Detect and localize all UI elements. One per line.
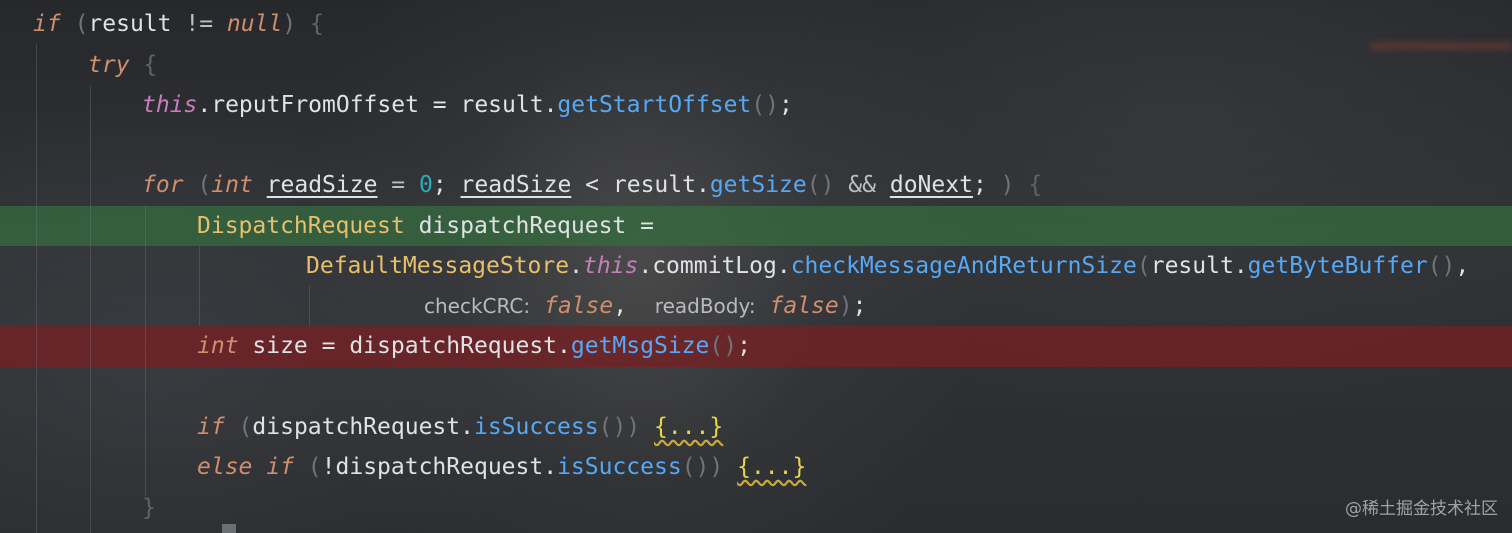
- method-call: isSuccess: [557, 454, 682, 480]
- keyword: else: [197, 454, 253, 480]
- keyword: if: [197, 414, 225, 440]
- operator: < result.: [571, 172, 710, 198]
- identifier: size = dispatchRequest.: [238, 333, 571, 359]
- type-name: DispatchRequest: [197, 213, 405, 239]
- this-keyword: this: [582, 253, 639, 279]
- method-call: getSize: [709, 172, 807, 198]
- method-call: getByteBuffer: [1247, 253, 1428, 279]
- code-line[interactable]: DefaultMessageStore.this.commitLog.check…: [306, 246, 1469, 286]
- code-editor[interactable]: if (result != null) { try { this.reputFr…: [0, 0, 1512, 533]
- code-line[interactable]: if (dispatchRequest.isSuccess()) {...}: [197, 407, 723, 447]
- folded-block[interactable]: {...}: [654, 414, 723, 440]
- semicolon: ;: [432, 172, 461, 198]
- keyword: false: [769, 293, 839, 319]
- brace: }: [142, 495, 156, 521]
- paren: (): [709, 333, 738, 359]
- keyword: if: [266, 454, 294, 480]
- indent-guide: [199, 246, 200, 326]
- folded-block[interactable]: {...}: [737, 454, 806, 480]
- code-line[interactable]: int size = dispatchRequest.getMsgSize();: [197, 326, 751, 366]
- indent-guide: [309, 286, 310, 326]
- comma: ,: [613, 293, 628, 319]
- watermark: @稀土掘金技术社区: [1345, 499, 1498, 519]
- background-streak: [1370, 42, 1512, 50]
- dot: .: [569, 253, 583, 279]
- brace: {: [1014, 172, 1043, 198]
- indent-guide: [145, 206, 146, 496]
- type-name: DefaultMessageStore: [306, 253, 570, 279]
- indent-guide: [90, 86, 91, 533]
- paren: ): [282, 11, 297, 37]
- number: 0: [418, 172, 433, 198]
- identifier: .reputFromOffset = result.: [197, 92, 558, 118]
- code-line[interactable]: if (result != null) {: [33, 4, 324, 44]
- semicolon: ;: [737, 333, 751, 359]
- paren: ): [838, 293, 853, 319]
- keyword: try: [88, 52, 130, 78]
- keyword: null: [226, 11, 283, 37]
- keyword: for: [142, 172, 184, 198]
- paren: (): [1427, 253, 1456, 279]
- brace: {: [129, 52, 158, 78]
- operator: =: [377, 172, 419, 198]
- paren: (): [598, 414, 627, 440]
- identifier: result.: [1150, 253, 1248, 279]
- paren: (): [806, 172, 835, 198]
- paren: ): [626, 414, 641, 440]
- scroll-marker: [222, 524, 236, 533]
- paren: (): [681, 454, 710, 480]
- variable: doNext: [889, 172, 973, 198]
- brace: {: [296, 11, 324, 37]
- method-call: isSuccess: [473, 414, 599, 440]
- identifier: dispatchRequest.: [252, 414, 474, 440]
- comma: ,: [1455, 253, 1470, 279]
- variable: readSize: [460, 172, 572, 198]
- variable: readSize: [266, 172, 378, 198]
- code-line[interactable]: this.reputFromOffset = result.getStartOf…: [142, 85, 793, 125]
- identifier: result: [88, 11, 172, 37]
- paren: ): [1000, 172, 1015, 198]
- semicolon: ;: [852, 293, 867, 319]
- operator: !=: [171, 11, 227, 37]
- parameter-hint: checkCRC:: [424, 294, 531, 318]
- identifier: .commitLog.: [638, 253, 791, 279]
- paren: (: [224, 414, 253, 440]
- keyword: int: [197, 333, 239, 359]
- identifier: dispatchRequest =: [404, 213, 654, 239]
- keyword: int: [211, 172, 253, 198]
- code-line[interactable]: DispatchRequest dispatchRequest =: [197, 206, 654, 246]
- paren: (): [751, 92, 779, 118]
- parameter-hint: readBody:: [654, 294, 756, 318]
- keyword: if: [33, 11, 61, 37]
- paren: (: [293, 454, 322, 480]
- identifier: !dispatchRequest.: [321, 454, 558, 480]
- code-line[interactable]: }: [142, 488, 156, 528]
- method-call: getMsgSize: [570, 333, 710, 359]
- method-call: checkMessageAndReturnSize: [790, 253, 1137, 279]
- semicolon: ;: [779, 92, 793, 118]
- indent-guide: [36, 44, 37, 533]
- paren: (: [183, 172, 212, 198]
- this-keyword: this: [142, 92, 198, 118]
- code-line[interactable]: else if (!dispatchRequest.isSuccess()) {…: [197, 447, 806, 487]
- code-line[interactable]: try {: [88, 45, 157, 85]
- operator: &&: [834, 172, 890, 198]
- method-call: getStartOffset: [557, 92, 752, 118]
- paren: (: [1136, 253, 1151, 279]
- code-line[interactable]: for (int readSize = 0; readSize < result…: [142, 165, 1042, 205]
- paren: (: [74, 11, 89, 37]
- keyword: false: [543, 293, 614, 319]
- code-line[interactable]: checkCRC: false, readBody: false);: [424, 286, 866, 326]
- semicolon: ;: [972, 172, 1001, 198]
- paren: ): [709, 454, 724, 480]
